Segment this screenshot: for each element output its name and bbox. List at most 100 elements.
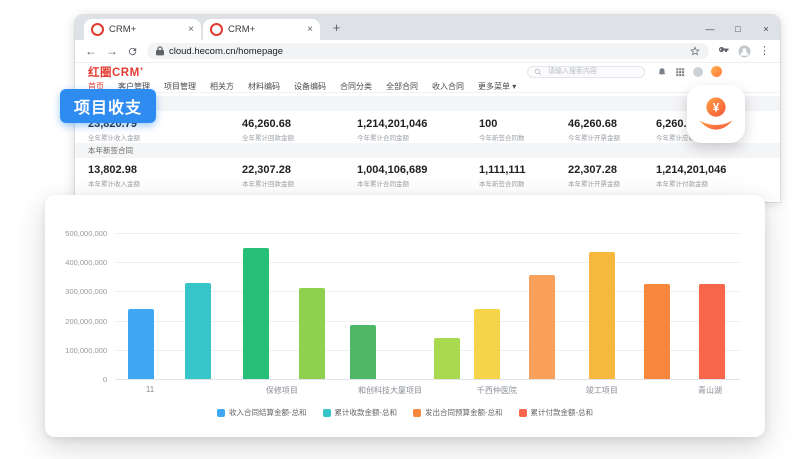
legend-swatch-icon — [323, 409, 331, 417]
chart-bar[interactable] — [474, 309, 500, 379]
y-axis-tick-label: 0 — [51, 375, 107, 384]
stat-value: 22,307.28 — [568, 164, 620, 176]
url-text: cloud.hecom.cn/homepage — [169, 46, 685, 57]
nav-item-9[interactable]: 收入合同 — [432, 81, 464, 92]
crm-favicon-icon — [91, 23, 104, 36]
reload-icon[interactable] — [127, 46, 138, 57]
stat-caption: 本年累计收入金额 — [88, 178, 140, 188]
search-input[interactable] — [546, 67, 638, 76]
bell-icon[interactable] — [657, 67, 667, 77]
stat-caption: 本年累计付款金额 — [656, 178, 726, 188]
nav-item-3[interactable]: 项目管理 — [164, 81, 196, 92]
lock-icon — [156, 46, 164, 56]
browser-tab-2[interactable]: CRM+× — [203, 19, 320, 40]
stat-caption: 本年累计开票金额 — [568, 178, 620, 188]
x-axis-label: 青山湖 — [698, 385, 722, 396]
chart-bar[interactable] — [589, 252, 615, 379]
stat-col: 1,111,111本年新签合同数 — [479, 164, 526, 188]
maximize-button[interactable]: □ — [724, 18, 752, 40]
stat-caption: 全年累计收入金额 — [88, 132, 140, 142]
section-band-1 — [75, 96, 780, 111]
legend-swatch-icon — [217, 409, 225, 417]
minimize-button[interactable]: — — [696, 18, 724, 40]
window-close-button[interactable]: × — [752, 18, 780, 40]
nav-item-7[interactable]: 合同分类 — [340, 81, 372, 92]
org-avatar[interactable] — [711, 66, 722, 77]
chart-bar[interactable] — [644, 284, 670, 379]
nav-item-10[interactable]: 更多菜单 ▾ — [478, 81, 516, 92]
legend-label: 发出合同预算金额-总和 — [425, 407, 503, 418]
tab-close-icon[interactable]: × — [188, 25, 194, 35]
legend-label: 累计付款金额-总和 — [531, 407, 594, 418]
chart-bar[interactable] — [350, 325, 376, 379]
project-income-expense-badge: 项目收支 — [60, 89, 156, 123]
tab-close-icon[interactable]: × — [307, 25, 313, 35]
chart-plot: 0100,000,000200,000,000300,000,000400,00… — [115, 233, 740, 380]
window-controls: — □ × — [696, 18, 780, 40]
apps-grid-icon[interactable] — [675, 67, 685, 77]
legend-swatch-icon — [519, 409, 527, 417]
stat-value: 1,214,201,046 — [357, 118, 427, 130]
legend-swatch-icon — [413, 409, 421, 417]
y-axis-tick-label: 300,000,000 — [51, 287, 107, 296]
browser-menu-icon[interactable]: ⋮ — [759, 46, 770, 57]
profile-avatar-icon[interactable] — [738, 45, 751, 58]
chart-bar[interactable] — [699, 284, 725, 379]
x-axis-label: 11 — [146, 385, 154, 394]
legend-item[interactable]: 累计付款金额-总和 — [519, 407, 594, 418]
tab-strip: CRM+×CRM+× — [75, 19, 322, 40]
chart-bar[interactable] — [128, 309, 154, 379]
gridline — [115, 262, 740, 263]
stat-col: 1,004,106,689 本年累计合同金额 — [357, 164, 427, 188]
legend-item[interactable]: 累计收款金额-总和 — [323, 407, 398, 418]
browser-tab-1[interactable]: CRM+ × — [84, 19, 201, 40]
tab-bar: CRM+×CRM+× + — □ × — [75, 15, 780, 40]
nav-item-6[interactable]: 设备编码 — [294, 81, 326, 92]
nav-item-4[interactable]: 相关方 — [210, 81, 234, 92]
stat-caption: 本年累计合同金额 — [357, 178, 427, 188]
money-hand-icon[interactable]: ¥ — [687, 85, 745, 143]
stat-value: 100 — [479, 118, 525, 130]
chart-bar[interactable] — [529, 275, 555, 379]
chart-card: 0100,000,000200,000,000300,000,000400,00… — [45, 195, 765, 437]
chart-bar[interactable] — [434, 338, 460, 379]
header-icons — [657, 66, 722, 77]
chart-bar[interactable] — [243, 248, 269, 379]
back-icon[interactable]: ← — [85, 45, 97, 57]
stat-caption: 今年新签合同数 — [479, 132, 525, 142]
chart-legend: 收入合同结算金额-总和 累计收款金额-总和 发出合同预算金额-总和 累计付款金额-总和 — [45, 407, 765, 418]
x-axis-label: 和创科技大厦项目 — [358, 385, 422, 396]
section-title: 本年新签合同 — [88, 145, 133, 156]
chart-bar[interactable] — [185, 283, 211, 379]
app-search-box[interactable] — [527, 66, 645, 78]
nav-item-5[interactable]: 材料编码 — [248, 81, 280, 92]
stat-col: 1,214,201,046今年累计合同金额 — [357, 118, 427, 142]
chart-bar[interactable] — [299, 288, 325, 379]
legend-label: 累计收款金额-总和 — [335, 407, 398, 418]
stat-caption: 全年累计回款金额 — [242, 132, 294, 142]
browser-window: CRM+×CRM+× + — □ × ← → cloud.hecom.cn/ho… — [75, 15, 780, 202]
url-bar[interactable]: cloud.hecom.cn/homepage — [147, 43, 709, 59]
gridline — [115, 233, 740, 234]
stat-value: 1,111,111 — [479, 164, 526, 176]
key-icon[interactable] — [718, 45, 730, 57]
address-bar: ← → cloud.hecom.cn/homepage ⋮ — [75, 40, 780, 63]
yuan-glyph: ¥ — [713, 100, 720, 114]
x-axis-label: 千西仲医院 — [477, 385, 517, 396]
stat-value: 22,307.28 — [242, 164, 294, 176]
crm-logo: 红圈CRM+ — [88, 64, 144, 80]
tab-title: CRM+ — [109, 24, 183, 35]
new-tab-button[interactable]: + — [327, 18, 346, 37]
legend-item[interactable]: 发出合同预算金额-总和 — [413, 407, 503, 418]
nav-item-8[interactable]: 全部合同 — [386, 81, 418, 92]
bookmark-star-icon[interactable] — [690, 46, 700, 56]
y-axis-tick-label: 400,000,000 — [51, 258, 107, 267]
user-avatar[interactable] — [693, 67, 703, 77]
forward-icon[interactable]: → — [106, 45, 118, 57]
stat-value: 1,004,106,689 — [357, 164, 427, 176]
stat-value: 46,260.68 — [568, 118, 620, 130]
y-axis-tick-label: 500,000,000 — [51, 229, 107, 238]
stat-col: 13,802.98本年累计收入金额 — [88, 164, 140, 188]
stat-col: 22,307.28 本年累计开票金额 — [568, 164, 620, 188]
legend-item[interactable]: 收入合同结算金额-总和 — [217, 407, 307, 418]
